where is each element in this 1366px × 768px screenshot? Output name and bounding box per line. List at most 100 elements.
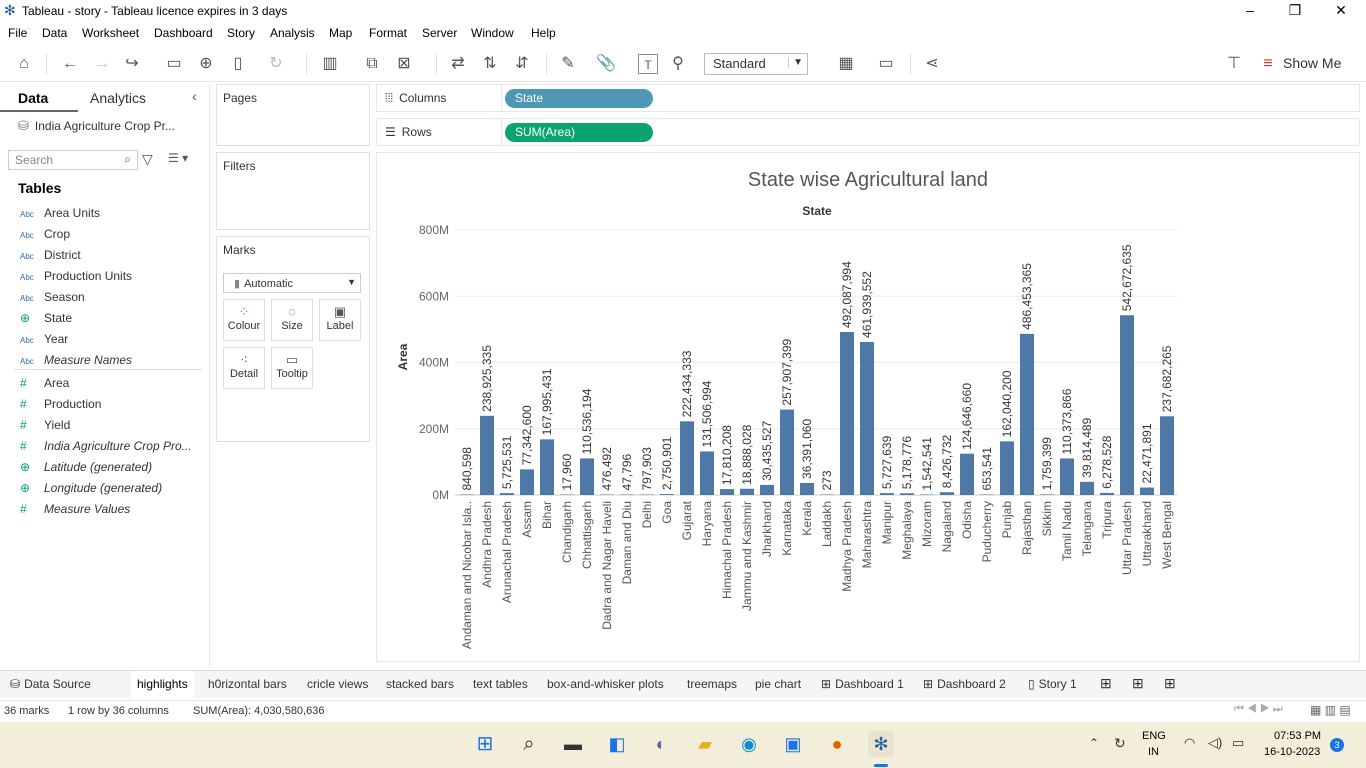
field-item[interactable]: # India Agriculture Crop Pro... (20, 439, 192, 457)
field-item[interactable]: Abc Crop (20, 227, 70, 245)
redo-icon[interactable]: → (92, 54, 112, 74)
save-icon[interactable]: ▭ (164, 54, 184, 74)
field-item[interactable]: # Yield (20, 418, 70, 436)
field-item[interactable]: # Area (20, 376, 69, 394)
field-item[interactable]: Abc District (20, 248, 81, 266)
home-icon[interactable]: ⌂ (14, 54, 34, 74)
field-item[interactable]: Abc Production Units (20, 269, 132, 287)
tab-story-1[interactable]: ▯ Story 1 (1028, 677, 1077, 691)
tooltip-button[interactable]: ▭ Tooltip (271, 347, 313, 389)
tab-analytics[interactable]: Analytics (90, 90, 146, 106)
show-cards-icon[interactable]: ▦ (836, 54, 856, 74)
menu-window[interactable]: Window (471, 26, 514, 40)
new-worksheet-icon[interactable]: ⊞ (1100, 675, 1112, 692)
colour-button[interactable]: ⁘ Colour (223, 299, 265, 341)
tab-horizontal-bars[interactable]: h0rizontal bars (208, 677, 287, 691)
view-toggle-icon[interactable]: ▦ ▥ ▤ (1310, 703, 1351, 717)
label-button[interactable]: ▣ Label (319, 299, 361, 341)
columns-pill-state[interactable]: State (505, 89, 653, 108)
fit-select[interactable]: Standard ▼ (704, 53, 808, 75)
undo-icon[interactable]: ← (60, 54, 80, 74)
field-item[interactable]: Abc Season (20, 290, 85, 308)
columns-shelf[interactable]: ⦙⦙⦙ Columns State (376, 84, 1360, 113)
group-icon[interactable]: 📎 (596, 54, 616, 74)
tab-box-and-whisker-plots[interactable]: box-and-whisker plots (547, 677, 664, 691)
menu-format[interactable]: Format (369, 26, 407, 40)
tab-dashboard-2[interactable]: ⊞ Dashboard 2 (923, 677, 1006, 691)
wifi-icon[interactable]: ◠ (1184, 735, 1195, 751)
datasource-item[interactable]: ⛁ India Agriculture Crop Pr... (18, 118, 175, 134)
sort-ascending-icon[interactable]: ⇅ (480, 54, 500, 74)
teams-chat-icon[interactable]: ◐ (648, 731, 674, 757)
notification-badge[interactable]: 3 (1330, 738, 1344, 752)
presentation-icon[interactable]: ▭ (876, 54, 896, 74)
edge-icon[interactable]: ◉ (736, 731, 762, 757)
close-icon[interactable]: ✕ (1331, 2, 1351, 20)
sheet-nav-icon[interactable]: ⏮ ◀ ▶ ⏭ (1234, 703, 1283, 716)
size-button[interactable]: ◌ Size (271, 299, 313, 341)
search-input[interactable]: Search ⌕ (8, 150, 138, 170)
tab-cricle-views[interactable]: cricle views (307, 677, 368, 691)
pages-card[interactable]: Pages (216, 84, 370, 146)
tableau-taskbar-icon[interactable]: ✻ (868, 731, 894, 757)
menu-analysis[interactable]: Analysis (270, 26, 315, 40)
tab-treemaps[interactable]: treemaps (687, 677, 737, 691)
widgets-icon[interactable]: ◧ (604, 731, 630, 757)
new-dashboard-icon[interactable]: ⊞ (1132, 675, 1144, 692)
pin-icon[interactable]: ⚲ (668, 54, 688, 74)
menu-data[interactable]: Data (42, 26, 67, 40)
store-icon[interactable]: ▣ (780, 731, 806, 757)
tab-dashboard-1[interactable]: ⊞ Dashboard 1 (821, 677, 904, 691)
firefox-icon[interactable]: ● (824, 731, 850, 757)
battery-icon[interactable]: ▭ (1232, 735, 1244, 751)
clock-time[interactable]: 07:53 PM (1274, 730, 1321, 742)
menu-help[interactable]: Help (531, 26, 556, 40)
tab-text-tables[interactable]: text tables (473, 677, 528, 691)
collapse-pane-icon[interactable]: ‹ (192, 88, 197, 104)
field-item[interactable]: Abc Area Units (20, 206, 100, 224)
search-icon[interactable]: ⌕ (516, 731, 542, 757)
show-me-button[interactable]: Show Me (1283, 55, 1341, 71)
task-view-icon[interactable]: ▬ (560, 731, 586, 757)
rows-pill-sum-area[interactable]: SUM(Area) (505, 123, 653, 142)
new-datasource-icon[interactable]: ⊕ (196, 54, 216, 74)
field-item[interactable]: # Production (20, 397, 101, 415)
field-item[interactable]: # Measure Values (20, 502, 130, 520)
field-item[interactable]: ⊕ Longitude (generated) (20, 481, 162, 499)
menu-worksheet[interactable]: Worksheet (82, 26, 139, 40)
restore-icon[interactable]: ❐ (1285, 2, 1305, 20)
windows-start-icon[interactable]: ⊞ (472, 731, 498, 757)
tab-highlights[interactable]: highlights (131, 671, 194, 699)
pause-updates-icon[interactable]: ▯ (228, 54, 248, 74)
format-painter-icon[interactable]: ⊤ (1224, 54, 1244, 74)
sync-icon[interactable]: ↻ (1114, 735, 1126, 752)
chevron-up-icon[interactable]: ⌃ (1089, 736, 1099, 750)
clear-sheet-icon[interactable]: ⊠ (394, 54, 414, 74)
tab-data-source[interactable]: ⛁ Data Source (10, 677, 91, 691)
view-options-icon[interactable]: ☰ ▾ (168, 151, 188, 165)
rows-shelf[interactable]: ☰ Rows SUM(Area) (376, 118, 1360, 147)
field-item[interactable]: ⊕ State (20, 311, 72, 329)
menu-story[interactable]: Story (227, 26, 255, 40)
language-code[interactable]: ENG (1142, 730, 1166, 742)
filters-card[interactable]: Filters (216, 152, 370, 230)
show-me-icon[interactable]: ≡ (1258, 54, 1278, 74)
field-item[interactable]: Abc Year (20, 332, 68, 350)
tab-stacked-bars[interactable]: stacked bars (386, 677, 454, 691)
highlight-icon[interactable]: ✎ (558, 54, 578, 74)
file-explorer-icon[interactable]: ▰ (692, 731, 718, 757)
detail-button[interactable]: ⁖ Detail (223, 347, 265, 389)
tab-pie-chart[interactable]: pie chart (755, 677, 801, 691)
minimize-icon[interactable]: – (1240, 2, 1260, 20)
clock-date[interactable]: 16-10-2023 (1264, 746, 1320, 758)
menu-map[interactable]: Map (329, 26, 352, 40)
field-item[interactable]: ⊕ Latitude (generated) (20, 460, 152, 478)
refresh-icon[interactable]: ↻ (266, 54, 286, 74)
new-worksheet-icon[interactable]: ▥ (320, 54, 340, 74)
duplicate-icon[interactable]: ⧉ (362, 54, 382, 74)
volume-icon[interactable]: ◁) (1208, 735, 1222, 751)
menu-dashboard[interactable]: Dashboard (154, 26, 213, 40)
menu-file[interactable]: File (8, 26, 27, 40)
sort-descending-icon[interactable]: ⇵ (512, 54, 532, 74)
new-story-icon[interactable]: ⊞ (1164, 675, 1176, 692)
